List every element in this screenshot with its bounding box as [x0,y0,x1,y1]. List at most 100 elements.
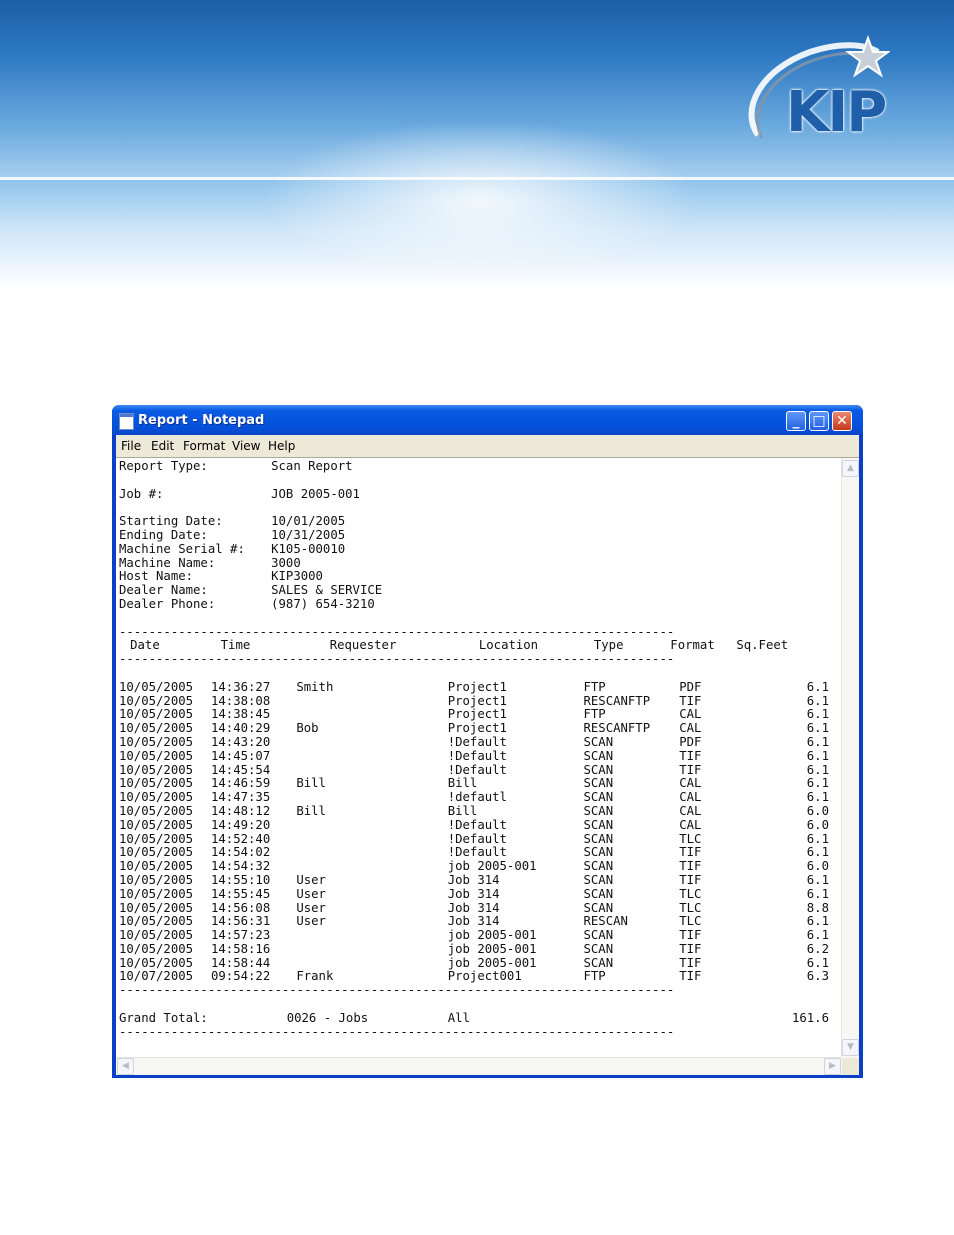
cell-time: 14:47:35 [211,790,271,805]
menu-view[interactable]: View [232,439,260,453]
table-row: 10/05/2005 14:40:29 Bob Project1 RESCANFTP CA… [119,721,841,736]
cell-date: 10/05/2005 [119,955,194,970]
cell-time: 14:58:44 [211,955,271,970]
horizontal-scrollbar[interactable]: ◀ ▶ [116,1057,842,1075]
cell-type: SCAN [583,831,614,846]
cell-location: !Default [447,831,507,846]
cell-type: SCAN [583,872,614,887]
divider-line: ----------------------------------------… [119,1024,841,1040]
column-header: Type [593,638,624,653]
cell-format: CAL [679,803,702,818]
cell-type: SCAN [583,776,614,791]
divider: ----------------------------------------… [119,1024,675,1039]
scroll-down-icon[interactable]: ▼ [842,1039,859,1056]
scroll-left-icon[interactable]: ◀ [117,1058,134,1075]
cell-location: !defautl [447,790,507,805]
cell-time: 09:54:22 [211,969,271,984]
cell-location: Bill [447,803,478,818]
cell-format: TIF [679,969,702,984]
table-row: 10/05/2005 14:52:40 !Default SCAN TLC 6.1 [119,831,841,847]
table-row: 10/05/2005 14:56:31 User Job 314 RESCAN TLC 6.… [119,914,841,929]
vertical-scrollbar[interactable]: ▲ ▼ [841,458,859,1058]
report-type-line: Report Type: Scan Report [119,460,841,474]
cell-date: 10/05/2005 [119,928,194,943]
window-titlebar[interactable]: Report - Notepad _ □ ✕ [112,405,863,435]
cell-requester: User [296,900,326,915]
cell-sqft: 6.1 [806,914,829,929]
cell-time: 14:40:29 [211,721,271,736]
maximize-button[interactable]: □ [809,411,829,431]
meta-line: Machine Serial #: K105-00010 [119,541,841,557]
scroll-right-icon[interactable]: ▶ [824,1058,841,1075]
menu-file[interactable]: File [121,439,141,453]
cell-sqft: 6.1 [806,955,829,970]
menu-help[interactable]: Help [268,439,295,453]
cell-requester: Bob [296,721,319,736]
cell-type: SCAN [583,790,614,805]
cell-type: SCAN [583,734,614,749]
cell-type: SCAN [583,762,614,777]
minimize-button[interactable]: _ [786,411,806,431]
table-row: 10/05/2005 14:46:59 Bill Bill SCAN CAL 6.1 [119,777,841,791]
cell-location: !Default [447,734,507,749]
scroll-up-icon[interactable]: ▲ [842,460,859,477]
document-text[interactable]: Report Type: Scan Report Job #: JOB 2005-00… [119,460,841,1055]
cell-sqft: 6.0 [806,803,829,818]
column-header: Requester [329,638,397,653]
cell-format: CAL [679,776,702,791]
cell-time: 14:58:16 [211,941,271,956]
cell-date: 10/05/2005 [119,845,194,860]
meta-value: K105-00010 [271,541,346,556]
column-header: Location [478,638,539,653]
column-header: Date [130,638,160,653]
divider-line: ----------------------------------------… [119,652,841,667]
grand-total-jobs: 0026 - Jobs [286,1010,369,1025]
cell-format: TLC [679,886,702,901]
cell-type: SCAN [583,859,614,874]
cell-sqft: 6.1 [806,845,829,860]
cell-sqft: 6.1 [806,886,829,901]
cell-sqft: 6.2 [806,941,829,956]
cell-date: 10/05/2005 [119,734,194,749]
cell-date: 10/05/2005 [119,900,194,915]
cell-format: TLC [679,900,702,915]
cell-sqft: 6.1 [806,748,829,763]
notepad-icon [119,413,134,430]
banner-glow [260,120,700,280]
resize-grip-icon[interactable] [842,1058,859,1075]
cell-location: Job 314 [447,872,500,887]
cell-date: 10/05/2005 [119,803,194,818]
cell-date: 10/05/2005 [119,859,194,874]
cell-sqft: 6.1 [806,831,829,846]
cell-date: 10/05/2005 [119,886,194,901]
meta-label: Machine Name: [119,555,216,570]
cell-time: 14:55:10 [211,872,271,887]
cell-time: 14:57:23 [211,928,271,943]
column-header: Format [670,638,715,653]
meta-label: Machine Serial #: [119,541,245,556]
table-row: 10/05/2005 14:54:02 !Default SCAN TIF 6.1 [119,846,841,860]
cell-type: FTP [583,707,606,722]
meta-line: Starting Date: 10/01/2005 [119,514,841,529]
cell-format: TIF [679,859,702,874]
cell-type: SCAN [583,803,614,818]
cell-format: TIF [679,941,702,956]
menu-format[interactable]: Format [183,439,225,453]
editor-area[interactable]: Report Type: Scan Report Job #: JOB 2005-00… [116,457,859,1075]
cell-location: Bill [447,776,478,791]
cell-sqft: 6.1 [806,872,829,887]
cell-sqft: 6.1 [806,721,829,736]
cell-date: 10/05/2005 [119,707,194,722]
table-row: 10/05/2005 14:45:54 !Default SCAN TIF 6.1 [119,762,841,778]
cell-requester: Bill [296,803,326,818]
cell-location: !Default [447,748,507,763]
table-row: 10/05/2005 14:43:20 !Default SCAN PDF 6.1 [119,734,841,750]
table-row: 10/05/2005 14:58:16 job 2005-001 SCAN TIF 6.2 [119,941,841,957]
cell-date: 10/05/2005 [119,762,194,777]
job-label: Job #: [119,486,164,501]
cell-time: 14:38:08 [211,693,271,708]
cell-time: 14:38:45 [211,707,271,722]
cell-location: Job 314 [447,914,500,929]
menu-edit[interactable]: Edit [151,439,174,453]
close-button[interactable]: ✕ [832,411,852,431]
